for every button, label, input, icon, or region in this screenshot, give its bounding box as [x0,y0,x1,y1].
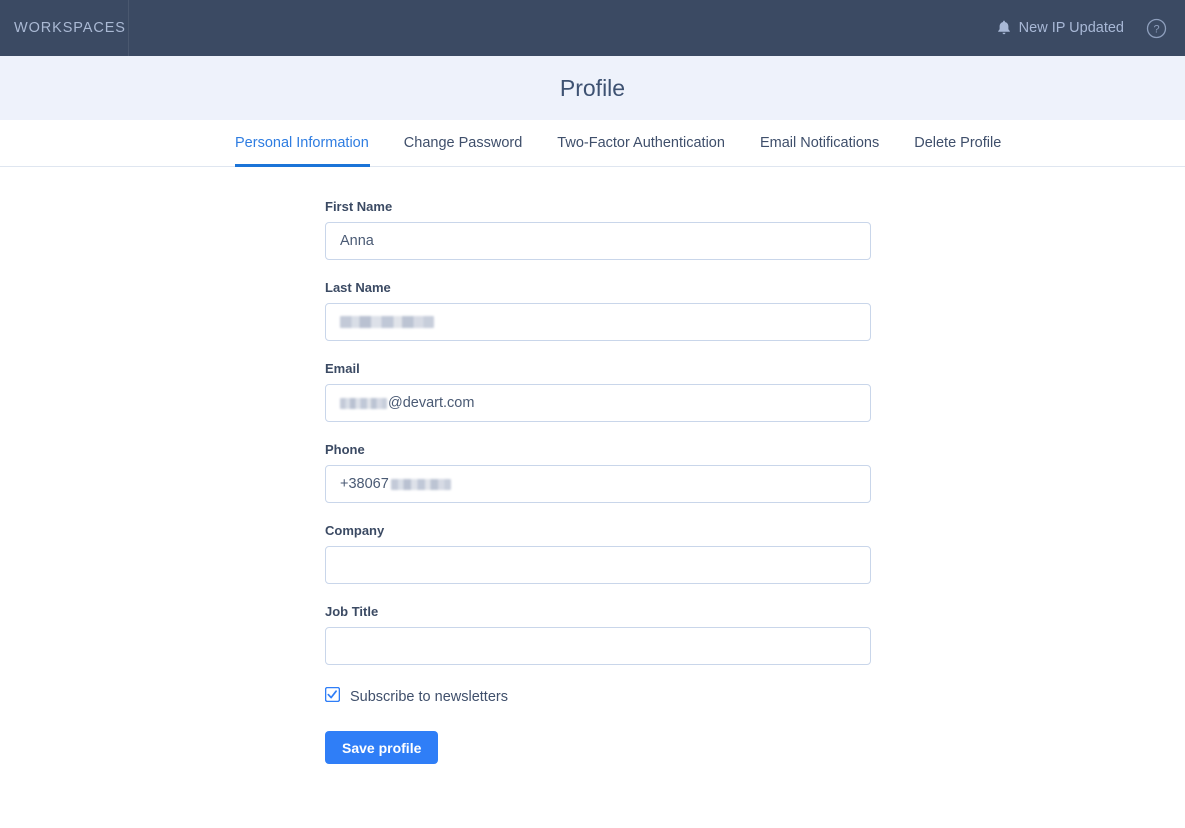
brand-workspaces[interactable]: WORKSPACES [0,0,129,56]
field-first-name: First Name Anna [325,199,1185,260]
subscribe-newsletters-checkbox[interactable]: Subscribe to newsletters [324,686,1185,707]
field-job-title: Job Title [325,604,1185,665]
notification-label: New IP Updated [1018,20,1124,36]
field-email: Email @devart.com [325,361,1185,422]
last-name-input[interactable] [325,303,871,341]
page-title: Profile [559,74,626,101]
company-input[interactable] [325,546,871,584]
company-label: Company [325,523,385,538]
email-label: Email [325,361,360,376]
email-value: @devart.com [388,395,475,411]
profile-tabs: Personal Information Change Password Two… [0,120,1185,167]
brand-label: WORKSPACES [14,20,126,36]
job-title-label: Job Title [325,604,379,619]
first-name-input[interactable]: Anna [325,222,871,260]
phone-label: Phone [325,442,365,457]
page-header-band: Profile [0,56,1185,120]
first-name-value: Anna [340,233,374,249]
field-last-name: Last Name [325,280,1185,341]
tab-delete-profile[interactable]: Delete Profile [902,120,1013,166]
email-input[interactable]: @devart.com [325,384,871,422]
tab-label: Two-Factor Authentication [557,135,725,151]
tab-email-notifications[interactable]: Email Notifications [748,120,891,166]
save-profile-button[interactable]: Save profile [325,731,439,764]
tab-label: Email Notifications [759,135,880,151]
tab-label: Personal Information [235,135,369,151]
top-navigation-bar: WORKSPACES New IP Updated ? [0,0,1185,56]
help-circle-icon[interactable]: ? [1146,18,1167,39]
svg-text:?: ? [1153,23,1159,35]
topbar-actions: New IP Updated ? [997,18,1185,39]
tab-two-factor-authentication[interactable]: Two-Factor Authentication [545,120,737,166]
personal-information-form: First Name Anna Last Name Email @devart.… [0,167,1185,764]
field-phone: Phone +38067 [325,442,1185,503]
subscribe-newsletters-label: Subscribe to newsletters [350,689,508,705]
phone-input[interactable]: +38067 [325,465,871,503]
notification-new-ip-updated[interactable]: New IP Updated [997,20,1124,36]
tab-label: Delete Profile [914,135,1002,151]
job-title-input[interactable] [325,627,871,665]
redacted-value-icon [340,397,387,409]
field-company: Company [325,523,1185,584]
first-name-label: First Name [325,199,393,214]
tab-change-password[interactable]: Change Password [392,120,535,166]
tab-personal-information[interactable]: Personal Information [235,120,381,167]
checkbox-checked-icon [324,686,341,707]
last-name-label: Last Name [325,280,391,295]
bell-icon [997,20,1011,36]
tab-label: Change Password [403,135,523,151]
redacted-value-icon [390,478,451,490]
redacted-value-icon [340,316,434,328]
phone-value: +38067 [340,476,389,492]
